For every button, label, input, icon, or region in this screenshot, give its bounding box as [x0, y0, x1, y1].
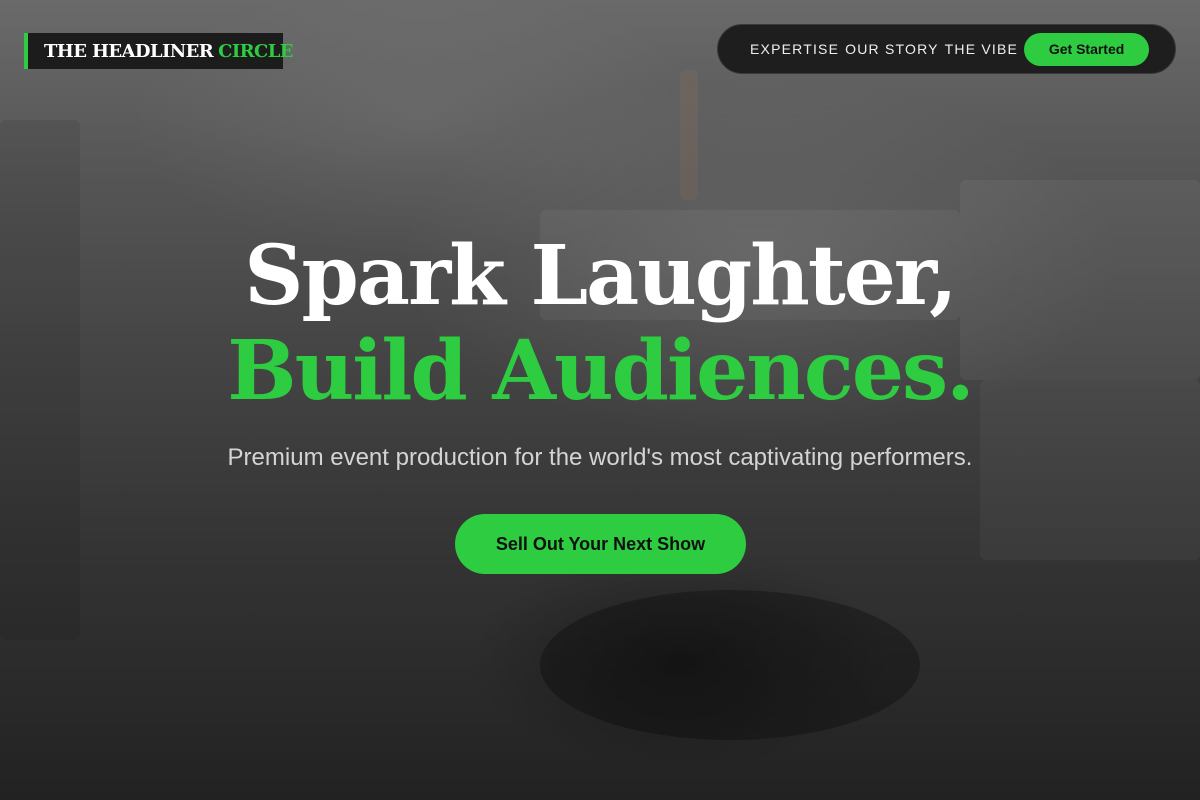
nav-link-our-story[interactable]: OUR STORY	[845, 41, 939, 57]
nav-link-expertise[interactable]: EXPERTISE	[750, 41, 839, 57]
background-plant-shape	[540, 590, 920, 740]
background-pipe-shape	[680, 70, 698, 200]
hero-headline-line-2: Build Audiences.	[227, 323, 974, 419]
hero-headline-line-1: Spark Laughter,	[244, 228, 957, 324]
hero-subtitle: Premium event production for the world's…	[227, 444, 973, 471]
sell-out-show-button[interactable]: Sell Out Your Next Show	[455, 514, 746, 574]
logo-text-main: THE HEADLINER	[44, 40, 214, 62]
main-navigation: EXPERTISE OUR STORY THE VIBE Get Started	[717, 24, 1176, 74]
site-logo[interactable]: THE HEADLINER CIRCLE	[24, 33, 294, 69]
logo-text-accent: CIRCLE	[218, 40, 293, 62]
nav-link-the-vibe[interactable]: THE VIBE	[945, 41, 1018, 57]
get-started-button[interactable]: Get Started	[1024, 32, 1150, 66]
